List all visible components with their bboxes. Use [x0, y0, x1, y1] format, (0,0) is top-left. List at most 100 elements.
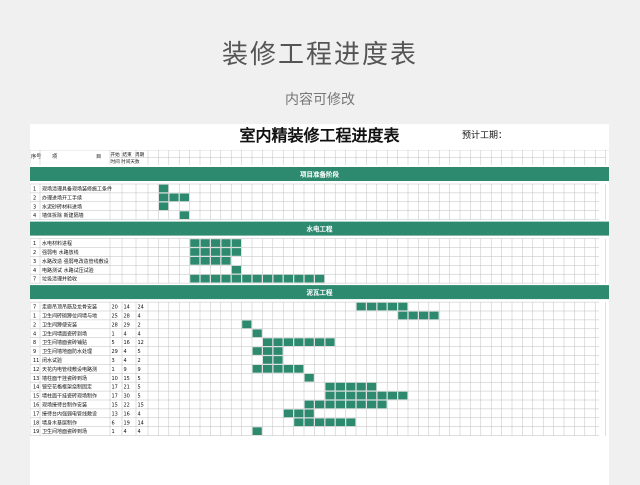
task-name: 接待台内强弱电管线敷设 [42, 410, 97, 417]
header-row2: 时间 时间天数 [111, 158, 140, 165]
task-name: 天花内电管线敷设电路测 [42, 366, 97, 373]
gantt-bar-cell [356, 302, 366, 311]
task-days: 24 [138, 305, 144, 311]
gantt-bar-cell [169, 193, 179, 202]
gantt-bar-cell [211, 257, 221, 265]
gantt-bar-cell [179, 193, 189, 202]
task-no: 7 [33, 305, 36, 311]
task-start: 1 [112, 429, 115, 435]
gantt-bar-cell [325, 418, 335, 427]
gantt-bar-cell [398, 311, 408, 320]
gantt-bar-cell [408, 311, 418, 320]
gantt-bar-cell [367, 302, 377, 311]
gantt-bar-cell [221, 274, 231, 283]
task-name: 现场接待台制作安装 [42, 402, 87, 409]
estimated-duration-label: 预计工期： [462, 131, 508, 141]
task-days: 9 [138, 367, 141, 373]
gantt-bar-cell [325, 391, 335, 400]
gantt-bar-cell [367, 382, 377, 391]
gantt-bar-cell [346, 382, 356, 391]
task-days: 14 [138, 420, 144, 426]
gantt-bar-cell [273, 356, 283, 364]
task-name: 卫生间地面瓷砖到场 [42, 428, 87, 435]
task-name: 墙身木基层制作 [42, 419, 77, 426]
task-no: 3 [33, 259, 36, 265]
gantt-bar-cell [190, 257, 200, 265]
task-days: 4 [138, 331, 141, 337]
task-days: 15 [138, 403, 144, 409]
gantt-bar-cell [367, 400, 377, 409]
task-days: 4 [138, 314, 141, 320]
gantt-bar-cell [221, 257, 231, 265]
task-name: 垃圾清理并验收 [42, 276, 77, 283]
section-title: 项目准备阶段 [300, 170, 340, 179]
task-start: 29 [112, 349, 118, 355]
task-no: 2 [33, 250, 36, 256]
gantt-bar-cell [304, 400, 314, 409]
task-end: 21 [124, 385, 130, 391]
gantt-bar-cell [200, 257, 210, 265]
gantt-bar-cell [325, 338, 335, 346]
header-end: 结束 [123, 151, 133, 158]
header-item-a: 项 [52, 153, 57, 160]
task-name: 墙体拆除 新建隔墙 [42, 212, 84, 219]
task-end: 16 [124, 340, 130, 346]
gantt-bar-cell [315, 338, 325, 346]
task-end: 30 [124, 394, 130, 400]
task-name: 卫生间墙面瓷砖到场 [42, 330, 87, 337]
task-end: 14 [124, 305, 130, 311]
gantt-bar-cell [159, 184, 169, 193]
gantt-bar-cell [283, 274, 293, 283]
gantt-bar-cell [252, 365, 262, 373]
gantt-bar-cell [231, 248, 241, 256]
task-end: 4 [124, 331, 127, 337]
task-start: 17 [112, 385, 118, 391]
gantt-bar-cell [242, 274, 252, 283]
task-no: 1 [33, 187, 36, 193]
gantt-bar-cell [211, 239, 221, 247]
task-name: 卫生间蹲便安装 [42, 321, 77, 328]
gantt-bar-cell [387, 391, 397, 400]
gantt-bar-cell [325, 400, 335, 409]
gantt-bar-cell [159, 202, 169, 211]
task-start: 1 [112, 331, 115, 337]
gantt-bar-cell [252, 347, 262, 355]
gantt-bar-cell [200, 248, 210, 256]
task-start: 15 [112, 403, 118, 409]
task-end: 9 [124, 367, 127, 373]
task-no: 18 [33, 420, 39, 426]
page-title: 装修工程进度表 [221, 40, 418, 70]
gantt-bar-cell [190, 274, 200, 283]
gantt-bar-cell [315, 274, 325, 283]
task-days: 12 [138, 340, 144, 346]
task-name: 现场清理具备现场装修施工条件 [42, 186, 112, 193]
gantt-bar-cell [200, 274, 210, 283]
gantt-bar-cell [283, 338, 293, 346]
gantt-bar-cell [335, 382, 345, 391]
task-end: 22 [124, 403, 130, 409]
gantt-bar-cell [335, 391, 345, 400]
task-name: 卫生间墙地面防水处理 [42, 348, 92, 355]
task-no: 12 [33, 367, 39, 373]
gantt-bar-cell [211, 248, 221, 256]
task-no: 9 [33, 349, 36, 355]
task-start: 10 [112, 376, 118, 382]
task-end: 15 [124, 376, 130, 382]
task-name: 水电材料进程 [42, 240, 72, 247]
task-no: 7 [33, 277, 36, 283]
gantt-bar-cell [190, 239, 200, 247]
spreadsheet-sheet: 室内精装修工程进度表 预计工期： 序号项目开始 结束 周期 时间 时间天数 项目准备阶段… [30, 124, 609, 485]
task-no: 8 [33, 340, 36, 346]
task-name: 水泥砂砖材料进场 [42, 203, 82, 210]
task-no: 2 [33, 322, 36, 328]
gantt-bar-cell [252, 427, 262, 435]
task-no: 2 [33, 195, 36, 201]
gantt-bar-cell [283, 365, 293, 373]
gantt-bar-cell [398, 302, 408, 311]
task-no: 16 [33, 403, 39, 409]
gantt-grid: 序号项目开始 结束 周期时间 时间天数项目准备阶段1 现场清理具备现场装修施工条件2 办… [30, 150, 609, 436]
gantt-bar-cell [190, 248, 200, 256]
task-name: 走廊吊顶吊筋及龙骨安装 [42, 304, 97, 311]
header-item-b: 目 [96, 153, 101, 160]
gantt-bar-cell [315, 400, 325, 409]
